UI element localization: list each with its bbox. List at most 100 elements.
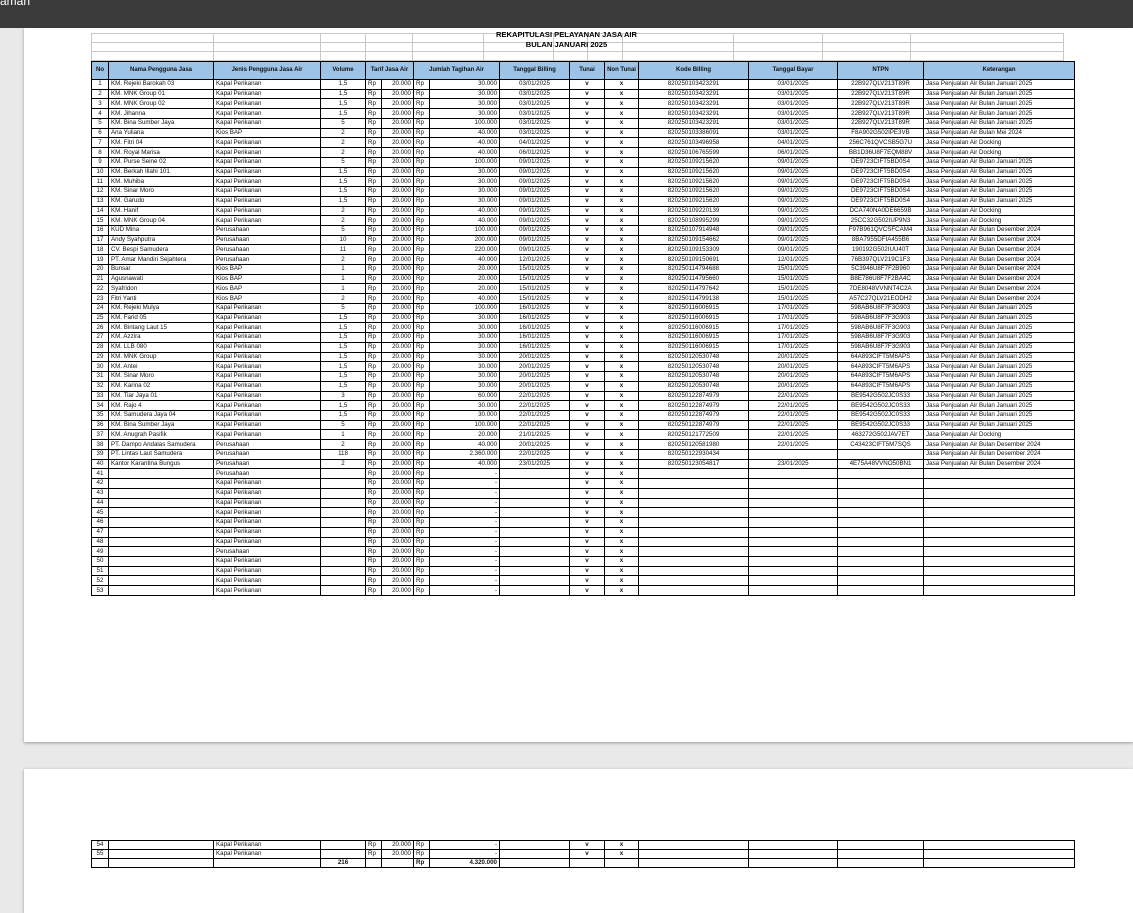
table-cell: 40.000 <box>429 137 501 149</box>
table-cell: 1,5 <box>320 186 366 197</box>
table-cell: 03/01/2025 <box>499 88 571 100</box>
table-cell: PT. Amar Mandiri Sejahtera <box>108 254 214 265</box>
table-row: 31 KM. Sinar Moro Kapal Perikanan 1,5 Rp 20.0… <box>91 371 1076 382</box>
table-cell: DCA740NA0DE6659B <box>837 205 925 217</box>
table-cell: 23/01/2025 <box>499 458 571 470</box>
table-cell: 820250116006915 <box>638 332 750 343</box>
table-cell: 40.000 <box>429 215 501 227</box>
table-cell: 20.000 <box>380 536 415 548</box>
table-cell: Jasa Penjualan Air Bulan Desember 2024 <box>923 254 1076 265</box>
table-cell: x <box>604 137 640 149</box>
table-cell: v <box>569 555 606 567</box>
table-cell: Rp <box>365 497 382 509</box>
table-cell: Perusahaan <box>213 254 321 265</box>
table-cell: x <box>604 849 639 859</box>
table-cell: Rp <box>413 468 431 480</box>
table-cell: 30.000 <box>429 79 501 90</box>
table-cell: v <box>569 448 606 460</box>
table-cell: 20.000 <box>380 88 415 100</box>
table-row: 35 KM. Samudera Jaya 04 Kapal Perikanan 1,5… <box>91 409 1076 421</box>
table-cell: Kapal Perikanan <box>213 565 321 577</box>
table-cell: x <box>604 244 640 256</box>
table-cell: 30.000 <box>429 361 501 373</box>
table-cell <box>748 585 839 596</box>
table-cell: Rp <box>413 263 431 275</box>
table-cell: 42 <box>91 478 109 489</box>
table-cell: 52 <box>91 575 109 587</box>
table-cell <box>320 536 366 548</box>
table-cell: Rp <box>365 293 382 304</box>
table-cell: Rp <box>365 283 382 295</box>
table-cell: 20.000 <box>380 312 415 324</box>
table-cell: KM. LLB 080 <box>108 341 214 353</box>
table-cell <box>748 526 839 538</box>
table-cell: Kapal Perikanan <box>213 156 321 168</box>
table-cell: x <box>604 108 640 119</box>
table-cell: v <box>569 400 606 411</box>
table-cell: 17/01/2025 <box>748 341 839 353</box>
table-cell: 1 <box>320 429 366 441</box>
table-cell: 30.000 <box>429 88 501 100</box>
table-cell: Rp <box>413 361 431 373</box>
table-cell: 100.000 <box>429 156 501 168</box>
table-cell: 16/01/2025 <box>499 302 571 314</box>
table-cell: Jasa Penjualan Air Bulan Januari 2025 <box>923 351 1076 363</box>
table-cell: 20.000 <box>380 555 415 567</box>
table-cell: 35 <box>91 409 109 421</box>
table-cell: Rp <box>413 575 431 587</box>
table-cell: Rp <box>365 380 382 392</box>
table-row: 40 Kantor Karantina Bungus Perusahaan 2 Rp 20… <box>91 458 1076 470</box>
table-cell: Kios BAP <box>213 263 321 275</box>
table-cell <box>638 487 750 499</box>
table-cell <box>108 575 214 587</box>
table-cell <box>320 478 366 489</box>
header-nama: Nama Pengguna Jasa <box>108 61 214 80</box>
table-cell: v <box>569 293 606 304</box>
table-cell: 1 <box>320 283 366 295</box>
table-cell <box>923 536 1076 548</box>
table-cell <box>923 840 1075 850</box>
table-cell: Rp <box>365 400 382 411</box>
table-cell: 03/01/2025 <box>748 127 839 139</box>
table-cell: 7DE8048VVNNT4C2A <box>837 283 925 295</box>
table-cell <box>499 468 571 480</box>
header-kode-billing: Kode Billing <box>638 61 750 80</box>
table-cell: 36 <box>91 419 109 431</box>
table-cell: 4E75A48VVNO50BN1 <box>837 458 925 470</box>
table-cell: Kios BAP <box>213 273 321 285</box>
table-cell: 04/01/2025 <box>499 137 571 149</box>
table-cell: Kapal Perikanan <box>213 332 321 343</box>
table-cell: CV. Bespi Samudera <box>108 244 214 256</box>
header-jumlah: Jumlah Tagihan Air <box>413 61 501 80</box>
table-cell: Rp <box>413 117 431 129</box>
table-cell: B8E786U8F7F2BA4C <box>837 273 925 285</box>
table-cell: v <box>569 849 605 859</box>
table-cell <box>748 858 838 868</box>
table-row: 10 KM. Berkah Illahi 101 Kapal Perikanan 1,… <box>91 166 1076 178</box>
table-cell: Syafridon <box>108 283 214 295</box>
table-cell: Kapal Perikanan <box>213 302 321 314</box>
table-cell <box>108 840 214 850</box>
table-cell <box>837 468 925 480</box>
table-cell <box>748 478 839 489</box>
table-row: 55 Kapal Perikanan Rp 20.000 Rp - v x <box>91 849 1075 859</box>
table-cell <box>365 858 382 868</box>
table-cell: Kapal Perikanan <box>213 341 321 353</box>
table-cell: x <box>604 565 640 577</box>
table-cell: 21/01/2025 <box>499 429 571 441</box>
table-cell: Rp <box>413 322 431 334</box>
table-cell: Rp <box>365 186 382 197</box>
table-cell <box>499 517 571 528</box>
table-row: 19 PT. Amar Mandiri Sejahtera Perusahaan 2 R… <box>91 254 1076 265</box>
table-cell: Kapal Perikanan <box>213 840 321 850</box>
table-cell: Rp <box>413 840 430 850</box>
table-cell: 09/01/2025 <box>748 225 839 236</box>
table-cell <box>923 517 1076 528</box>
table-cell: Rp <box>365 244 382 256</box>
table-row: 37 KM. Anugrah Pasifik Kapal Perikanan 1 Rp 2… <box>91 429 1076 441</box>
table-cell: Rp <box>413 400 431 411</box>
table-cell: v <box>569 79 606 90</box>
table-cell: 30.000 <box>429 409 501 421</box>
table-cell <box>499 849 570 859</box>
table-row: 7 KM. Fitri 04 Kapal Perikanan 2 Rp 20.000 Rp 4… <box>91 137 1076 149</box>
